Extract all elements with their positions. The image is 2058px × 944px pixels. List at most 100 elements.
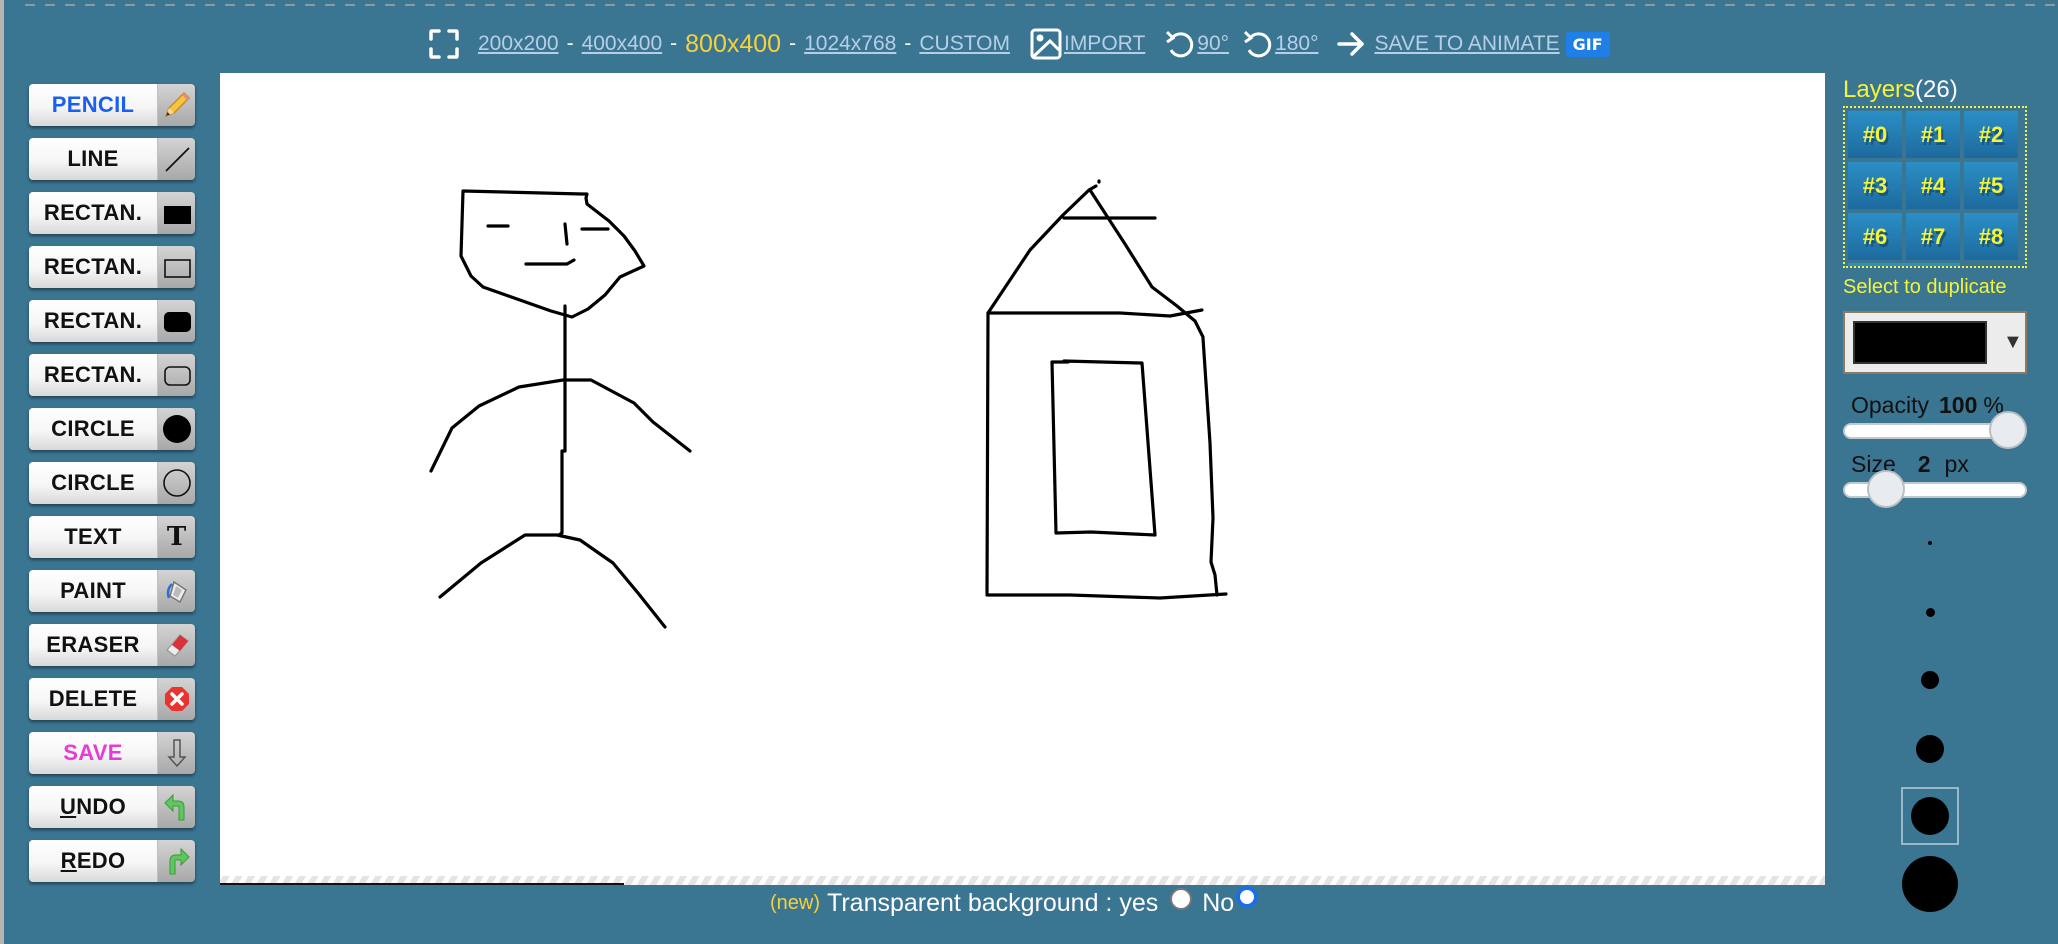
brush-dot-icon — [1911, 797, 1949, 835]
layer-button[interactable]: #7 — [1906, 213, 1960, 260]
eraser-icon — [157, 624, 195, 666]
save-to-animate-button[interactable]: SAVE TO ANIMATE GIF — [1336, 30, 1610, 58]
window-edge — [0, 0, 4, 944]
size-400x400-link[interactable]: 400x400 — [582, 32, 663, 56]
color-picker-select[interactable]: ▼ — [1843, 311, 2027, 374]
rotate-90-button[interactable]: 90° — [1165, 28, 1229, 60]
tool-save-button[interactable]: SAVE — [29, 732, 195, 774]
layers-scroll-overflow[interactable] — [1848, 263, 1960, 266]
tool-delete-button[interactable]: DELETE — [29, 678, 195, 720]
brush-preset-size-3[interactable] — [1918, 668, 1942, 692]
rotate-90-label[interactable]: 90° — [1197, 32, 1229, 56]
tool-label: TEXT — [29, 516, 157, 558]
stick-figure-mouth — [524, 258, 576, 266]
arrow-right-icon — [1337, 32, 1365, 56]
transparent-yes-radio[interactable] — [1170, 888, 1193, 910]
tool-label: PENCIL — [29, 84, 157, 126]
brush-preset-size-5[interactable] — [1901, 787, 1959, 845]
undo-rest: NDO — [76, 794, 126, 819]
transparent-no-radio[interactable] — [1236, 886, 1259, 908]
filled-rounded-rectangle-icon — [157, 300, 195, 342]
brush-dot-icon — [1916, 735, 1944, 763]
tool-outline-rectangle-button[interactable]: RECTAN. — [29, 246, 195, 288]
tool-label: RECTAN. — [29, 300, 157, 342]
tool-label: CIRCLE — [29, 408, 157, 450]
tool-outline-rounded-rectangle-button[interactable]: RECTAN. — [29, 354, 195, 396]
rotate-ccw-icon — [1166, 30, 1194, 58]
stick-figure-body — [557, 304, 567, 537]
outline-circle-icon — [157, 462, 195, 504]
triangle-down-icon: ▼ — [2003, 331, 2023, 353]
layer-button[interactable]: #4 — [1906, 162, 1960, 209]
opacity-label-row: Opacity 100% — [1843, 392, 2058, 419]
duplicate-hint: Select to duplicate — [1843, 276, 2007, 298]
tool-pencil-button[interactable]: PENCIL — [29, 84, 195, 126]
save-to-animate-label[interactable]: SAVE TO ANIMATE — [1374, 32, 1559, 56]
tool-text-button[interactable]: TEXT T — [29, 516, 195, 558]
opacity-label: Opacity — [1851, 392, 1929, 418]
tool-label: R EDO — [29, 840, 157, 882]
transparent-background-option: (new) Transparent background : yes No — [770, 886, 1259, 918]
size-200x200-link[interactable]: 200x200 — [478, 32, 559, 56]
pencil-icon — [157, 84, 195, 126]
filled-circle-icon — [157, 408, 195, 450]
tool-filled-rounded-rectangle-button[interactable]: RECTAN. — [29, 300, 195, 342]
tool-undo-button[interactable]: U NDO — [29, 786, 195, 828]
layer-button[interactable]: #0 — [1848, 111, 1902, 158]
right-panel: Layers(26) #0 #1 #2 #3 #4 #5 #6 #7 #8 Se… — [1843, 76, 2058, 508]
tool-label: RECTAN. — [29, 192, 157, 234]
separator: - — [670, 32, 678, 55]
import-label[interactable]: IMPORT — [1064, 32, 1145, 56]
brush-preset-size-2[interactable] — [1923, 605, 1938, 620]
size-slider[interactable] — [1843, 470, 2027, 508]
selected-color-swatch — [1853, 321, 1987, 364]
stick-figure-nose — [563, 222, 569, 246]
layer-button[interactable]: #6 — [1848, 213, 1902, 260]
tool-eraser-button[interactable]: ERASER — [29, 624, 195, 666]
size-1024x768-link[interactable]: 1024x768 — [804, 32, 896, 56]
tool-line-button[interactable]: LINE — [29, 138, 195, 180]
image-icon — [1030, 28, 1062, 60]
tool-outline-circle-button[interactable]: CIRCLE — [29, 462, 195, 504]
rotate-180-label[interactable]: 180° — [1275, 32, 1318, 56]
layers-heading: Layers(26) — [1843, 76, 2058, 104]
tool-label: RECTAN. — [29, 354, 157, 396]
drawing-canvas[interactable] — [220, 73, 1825, 885]
tool-filled-rectangle-button[interactable]: RECTAN. — [29, 192, 195, 234]
layer-button[interactable]: #2 — [1964, 111, 2018, 158]
undo-accesskey: U — [60, 794, 77, 819]
brush-dot-icon — [1921, 671, 1939, 689]
layer-button[interactable]: #5 — [1964, 162, 2018, 209]
brush-preset-size-1[interactable] — [1925, 538, 1935, 548]
tool-label: ERASER — [29, 624, 157, 666]
house-wall-right — [1201, 336, 1219, 597]
import-button[interactable]: IMPORT — [1030, 28, 1145, 60]
rotate-180-button[interactable]: 180° — [1243, 28, 1318, 60]
tool-filled-circle-button[interactable]: CIRCLE — [29, 408, 195, 450]
opacity-slider-thumb[interactable] — [1989, 411, 2027, 449]
size-800x400-active[interactable]: 800x400 — [685, 30, 781, 59]
layer-button[interactable]: #3 — [1848, 162, 1902, 209]
tool-paint-button[interactable]: PAINT — [29, 570, 195, 612]
tool-redo-button[interactable]: R EDO — [29, 840, 195, 882]
brush-preset-size-4[interactable] — [1913, 732, 1947, 766]
download-arrow-icon — [157, 732, 195, 774]
outline-rectangle-icon — [157, 246, 195, 288]
top-toolbar: 200x200 - 400x400 - 800x400 - 1024x768 -… — [428, 24, 1610, 64]
delete-x-icon — [157, 678, 195, 720]
separator: - — [904, 32, 912, 55]
separator: - — [789, 32, 797, 55]
rotate-ccw-icon — [1243, 30, 1272, 58]
layers-count: (26) — [1915, 76, 1958, 103]
size-slider-thumb[interactable] — [1866, 470, 1905, 508]
top-dashed-divider — [25, 4, 2058, 6]
layer-button[interactable]: #8 — [1964, 213, 2018, 260]
fullscreen-icon[interactable] — [428, 28, 460, 60]
size-value: 2 — [1917, 451, 1931, 477]
stick-figure-legs — [438, 533, 667, 629]
size-custom-link[interactable]: CUSTOM — [919, 32, 1010, 56]
layer-button[interactable]: #1 — [1906, 111, 1960, 158]
new-tag: (new) — [770, 891, 821, 914]
opacity-slider[interactable] — [1843, 411, 2027, 449]
brush-preset-size-6[interactable] — [1899, 853, 1961, 915]
